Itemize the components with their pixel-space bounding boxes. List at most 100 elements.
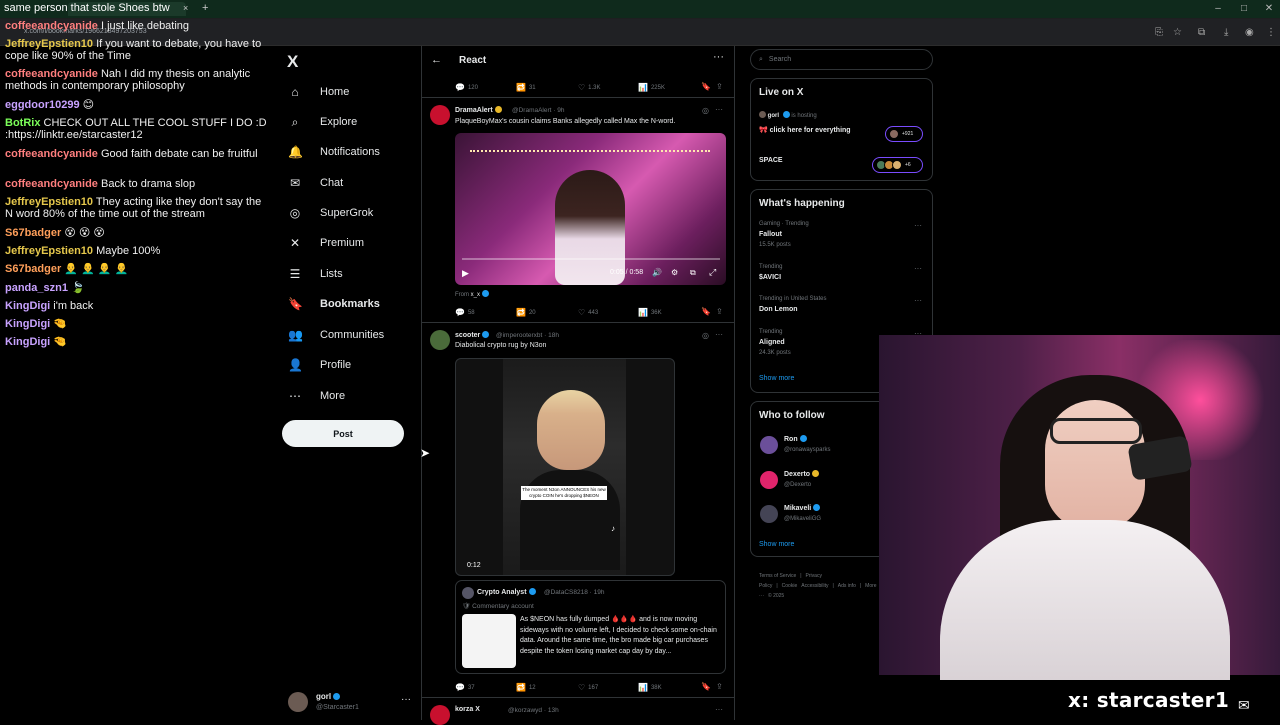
- nav-item-premium[interactable]: ✕ Premium: [288, 231, 364, 255]
- tweet-handle[interactable]: @korzawyd · 13h: [508, 707, 559, 714]
- nav-item-profile[interactable]: 👤 Profile: [288, 353, 351, 377]
- nav-item-lists[interactable]: ☰ Lists: [288, 262, 343, 286]
- trend-name[interactable]: Fallout: [759, 231, 782, 238]
- maximize-icon[interactable]: □: [1236, 3, 1252, 14]
- video-source[interactable]: From x_x: [455, 290, 490, 298]
- trend-more-icon[interactable]: ···: [914, 296, 922, 305]
- bookmark-filled-icon[interactable]: 🔖: [701, 682, 711, 691]
- grok-icon[interactable]: ◎: [702, 106, 709, 115]
- nav-item-bookmarks[interactable]: 🔖 Bookmarks: [288, 292, 380, 316]
- tweet-author[interactable]: scooter: [455, 331, 490, 339]
- nav-item-chat[interactable]: ✉ Chat: [288, 171, 343, 195]
- like-action[interactable]: ♡ 443: [578, 308, 598, 317]
- play-icon[interactable]: ▶: [462, 268, 469, 279]
- avatar[interactable]: [430, 705, 450, 725]
- install-icon[interactable]: ⎘: [1155, 27, 1163, 38]
- chat-username[interactable]: coffeeandcyanide: [5, 178, 98, 190]
- footer-link[interactable]: Ads info: [838, 583, 856, 589]
- video-progress[interactable]: [462, 258, 720, 260]
- live-host[interactable]: gorl is hosting: [759, 111, 817, 119]
- chat-username[interactable]: KingDigi: [5, 318, 50, 330]
- follow-handle[interactable]: @Dexerto: [784, 482, 811, 488]
- space-listeners[interactable]: +6: [872, 157, 923, 173]
- pip-icon[interactable]: ⧉: [690, 268, 696, 278]
- follow-handle[interactable]: @MikaveliGG: [784, 516, 821, 522]
- live-listeners[interactable]: +921: [885, 126, 923, 142]
- star-icon[interactable]: ☆: [1173, 27, 1182, 38]
- tweet-more-icon[interactable]: ···: [715, 105, 723, 114]
- search-input[interactable]: ⌕ Search: [750, 49, 933, 70]
- follow-name[interactable]: Dexerto: [784, 470, 820, 478]
- tweet-handle[interactable]: @imperooterxbt · 18h: [496, 332, 559, 339]
- nav-item-home[interactable]: ⌂ Home: [288, 80, 349, 104]
- tweet-more-icon[interactable]: ···: [715, 705, 723, 714]
- bookmark-filled-icon[interactable]: 🔖: [701, 307, 711, 316]
- chat-username[interactable]: JeffreyEpstien10: [5, 196, 93, 208]
- reply-action[interactable]: 💬 120: [455, 83, 478, 92]
- views-action[interactable]: 📊 36K: [638, 308, 662, 317]
- trend-more-icon[interactable]: ···: [914, 264, 922, 273]
- nav-item-more[interactable]: ⋯ More: [288, 384, 345, 408]
- account-more-icon[interactable]: ···: [401, 694, 411, 705]
- avatar[interactable]: [430, 330, 450, 350]
- reply-action[interactable]: 💬 58: [455, 308, 475, 317]
- avatar[interactable]: [288, 692, 308, 712]
- nav-item-communities[interactable]: 👥 Communities: [288, 323, 384, 347]
- quote-author[interactable]: Crypto Analyst: [477, 588, 536, 596]
- footer-links[interactable]: Terms of Service | Privacy Policy | Cookie Ac…: [759, 571, 884, 601]
- nav-item-supergrok[interactable]: ◎ SuperGrok: [288, 201, 373, 225]
- minimize-icon[interactable]: –: [1210, 3, 1226, 14]
- follow-handle[interactable]: @ronawaysparks: [784, 447, 830, 453]
- chat-username[interactable]: eggdoor10299: [5, 99, 80, 111]
- tweet-more-icon[interactable]: ···: [715, 330, 723, 339]
- fullscreen-icon[interactable]: ⤢: [709, 267, 716, 278]
- header-more-icon[interactable]: ···: [713, 51, 724, 63]
- share-icon[interactable]: ⇪: [716, 307, 723, 316]
- account-icon[interactable]: ◉: [1245, 27, 1254, 38]
- bookmark-filled-icon[interactable]: 🔖: [701, 82, 711, 91]
- footer-link[interactable]: Cookie: [782, 583, 798, 589]
- views-action[interactable]: 📊 38K: [638, 683, 662, 692]
- show-more-link[interactable]: Show more: [759, 375, 794, 382]
- repost-action[interactable]: 🔁 20: [516, 308, 536, 317]
- repost-action[interactable]: 🔁 12: [516, 683, 536, 692]
- post-button[interactable]: Post: [282, 420, 404, 447]
- trend-name[interactable]: Don Lemon: [759, 306, 798, 313]
- browser-menu-icon[interactable]: ⋮: [1266, 27, 1276, 38]
- avatar[interactable]: [760, 471, 778, 489]
- trend-name[interactable]: $AVICI: [759, 274, 781, 281]
- close-window-icon[interactable]: ✕: [1261, 3, 1277, 14]
- like-action[interactable]: ♡ 1.3K: [578, 83, 601, 92]
- chat-username[interactable]: coffeeandcyanide: [5, 68, 98, 80]
- download-icon[interactable]: ⤓: [1224, 27, 1228, 38]
- chat-username[interactable]: KingDigi: [5, 300, 50, 312]
- chat-username[interactable]: S67badger: [5, 227, 61, 239]
- trend-more-icon[interactable]: ···: [914, 221, 922, 230]
- tweet-author[interactable]: DramaAlert: [455, 106, 502, 114]
- volume-icon[interactable]: 🔊: [652, 268, 662, 277]
- grok-icon[interactable]: ◎: [702, 331, 709, 340]
- chat-username[interactable]: coffeeandcyanide: [5, 20, 98, 32]
- share-icon[interactable]: ⇪: [716, 682, 723, 691]
- chat-username[interactable]: S67badger: [5, 263, 61, 275]
- back-arrow-icon[interactable]: ←: [431, 54, 442, 66]
- follow-name[interactable]: Mikaveli: [784, 504, 821, 512]
- quote-handle[interactable]: @DataCS8218 · 19h: [544, 589, 604, 596]
- extensions-icon[interactable]: ⧉: [1198, 27, 1205, 38]
- quote-thumbnail[interactable]: [462, 614, 516, 668]
- live-stream-title[interactable]: 🎀 click here for everything: [759, 126, 851, 134]
- repost-action[interactable]: 🔁 31: [516, 83, 536, 92]
- chat-username[interactable]: BotRix: [5, 117, 40, 129]
- avatar[interactable]: [760, 505, 778, 523]
- avatar[interactable]: [430, 105, 450, 125]
- views-action[interactable]: 📊 225K: [638, 83, 665, 92]
- trend-name[interactable]: Aligned: [759, 339, 785, 346]
- nav-item-explore[interactable]: ⌕ Explore: [288, 110, 358, 134]
- chat-username[interactable]: panda_szn1: [5, 282, 68, 294]
- space-label[interactable]: SPACE: [759, 157, 783, 164]
- nav-item-notifications[interactable]: 🔔 Notifications: [288, 140, 380, 164]
- x-logo[interactable]: X: [287, 52, 298, 72]
- chat-username[interactable]: JeffreyEpstien10: [5, 38, 93, 50]
- avatar[interactable]: [760, 436, 778, 454]
- chat-username[interactable]: JeffreyEpstien10: [5, 245, 93, 257]
